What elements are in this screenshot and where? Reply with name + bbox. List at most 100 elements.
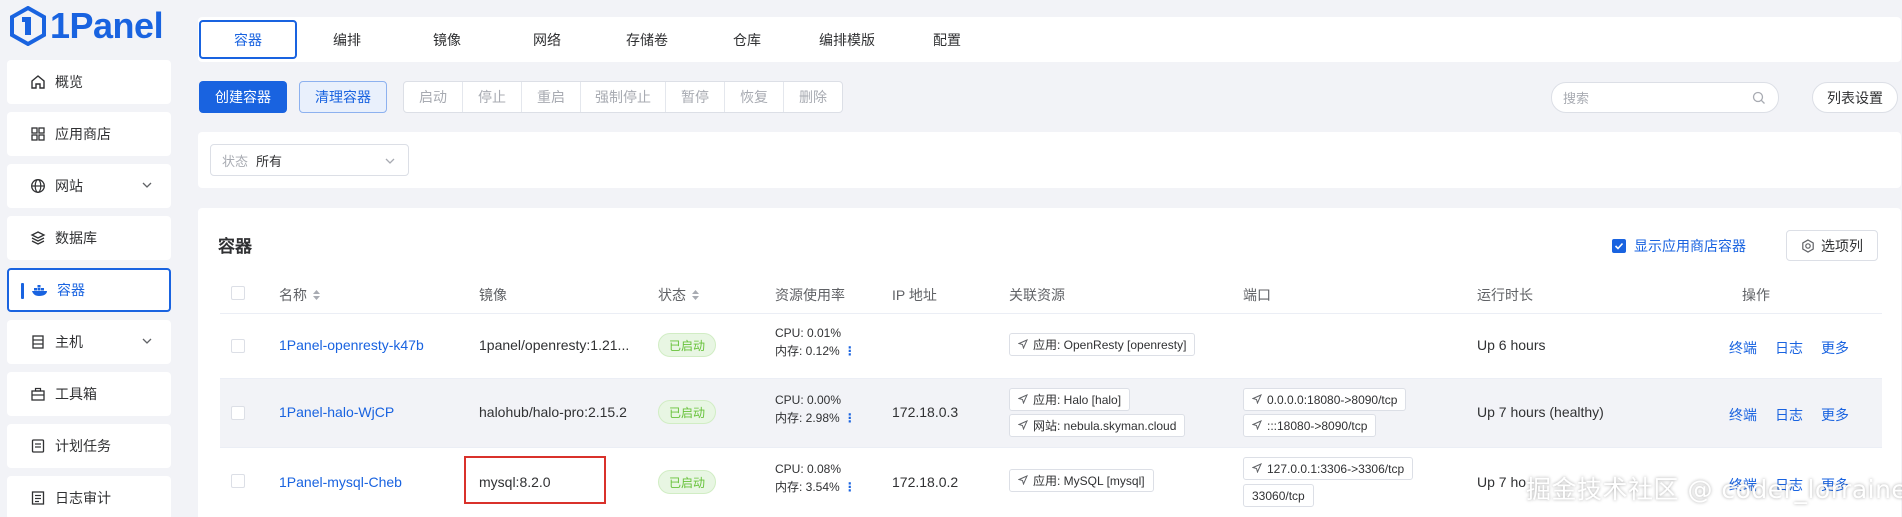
sidebar-item-website[interactable]: 网站: [7, 164, 171, 208]
tab-image[interactable]: 镜像: [397, 20, 497, 59]
sort-icon[interactable]: [691, 289, 700, 301]
header-ports: 端口: [1243, 287, 1271, 303]
grid-icon: [29, 125, 47, 143]
divider: [220, 447, 1882, 448]
tab-compose[interactable]: 编排: [297, 20, 397, 59]
sidebar-item-cronjob[interactable]: 计划任务: [7, 424, 171, 468]
sidebar-item-host[interactable]: 主机: [7, 320, 171, 364]
restart-button[interactable]: 重启: [522, 82, 581, 112]
header-status-label: 状态: [658, 287, 686, 303]
home-icon: [29, 73, 47, 91]
show-store-label: 显示应用商店容器: [1634, 238, 1746, 254]
delete-button[interactable]: 删除: [784, 82, 842, 112]
port-label: 0.0.0.0:18080->8090/tcp: [1267, 392, 1398, 407]
tab-network[interactable]: 网络: [497, 20, 597, 59]
sidebar-item-overview[interactable]: 概览: [7, 60, 171, 104]
terminal-link[interactable]: 终端: [1729, 405, 1757, 425]
app-name: 1Panel: [50, 5, 164, 46]
header-name-label: 名称: [279, 287, 307, 303]
row-checkbox[interactable]: [231, 474, 245, 488]
header-status[interactable]: 状态: [658, 285, 700, 305]
container-tabs: 容器 编排 镜像 网络 存储卷 仓库 编排模版 配置: [198, 17, 1901, 62]
sidebar-item-label: 容器: [57, 282, 85, 298]
more-link[interactable]: 更多: [1821, 405, 1849, 425]
container-name-link[interactable]: 1Panel-openresty-k47b: [279, 337, 424, 353]
divider: [220, 313, 1882, 314]
related-resource-chip[interactable]: 应用: OpenResty [openresty]: [1009, 333, 1196, 356]
sidebar-item-app-store[interactable]: 应用商店: [7, 112, 171, 156]
search-icon[interactable]: [1752, 91, 1766, 105]
stop-button[interactable]: 停止: [463, 82, 522, 112]
navigation-icon: [1017, 338, 1028, 352]
tab-repo[interactable]: 仓库: [697, 20, 797, 59]
task-icon: [29, 437, 47, 455]
sort-icon[interactable]: [312, 289, 321, 301]
show-store-containers-toggle[interactable]: 显示应用商店容器: [1612, 236, 1746, 256]
container-image: halohub/halo-pro:2.15.2: [479, 404, 627, 420]
status-filter-select[interactable]: 状态 所有: [210, 144, 409, 176]
sidebar-item-label: 计划任务: [55, 438, 111, 454]
tab-container[interactable]: 容器: [199, 20, 297, 59]
port-chip[interactable]: 127.0.0.1:3306->3306/tcp: [1243, 457, 1414, 480]
cpu-usage: CPU: 0.08%: [775, 462, 842, 476]
docker-icon: [31, 281, 49, 299]
pause-button[interactable]: 暂停: [666, 82, 725, 112]
port-chip[interactable]: 0.0.0.0:18080->8090/tcp: [1243, 388, 1407, 411]
header-image: 镜像: [479, 287, 507, 303]
more-vertical-icon[interactable]: ⋮: [844, 411, 856, 425]
checkbox-checked[interactable]: [1612, 239, 1626, 253]
more-vertical-icon[interactable]: ⋮: [844, 344, 856, 358]
sidebar-item-container[interactable]: 容器: [7, 268, 171, 312]
related-resource-label: 应用: MySQL [mysql]: [1033, 474, 1145, 488]
panel-title: 容器: [218, 237, 252, 256]
clean-container-button[interactable]: 清理容器: [299, 81, 387, 113]
more-vertical-icon[interactable]: ⋮: [844, 480, 856, 494]
navigation-icon: [1017, 419, 1028, 433]
more-link[interactable]: 更多: [1821, 338, 1849, 358]
create-container-button[interactable]: 创建容器: [199, 81, 287, 113]
related-resource-chip[interactable]: 应用: Halo [halo]: [1009, 388, 1131, 411]
related-resource-label: 应用: Halo [halo]: [1033, 393, 1122, 407]
force-stop-button[interactable]: 强制停止: [581, 82, 666, 112]
gear-icon: [1802, 238, 1814, 253]
row-checkbox[interactable]: [231, 406, 245, 420]
header-related: 关联资源: [1009, 287, 1065, 303]
related-resource-chip[interactable]: 网站: nebula.skyman.cloud: [1009, 414, 1186, 437]
row-checkbox[interactable]: [231, 339, 245, 353]
status-badge: 已启动: [658, 400, 717, 424]
sidebar-item-log-audit[interactable]: 日志审计: [7, 476, 171, 517]
sidebar: 1Panel 概览 应用商店 网站 数据库 容器 主机 工具箱 计划任务 日志审…: [0, 0, 176, 517]
chevron-down-icon: [385, 158, 395, 164]
port-chip[interactable]: :::18080->8090/tcp: [1243, 414, 1377, 437]
sidebar-item-label: 日志审计: [55, 490, 111, 506]
sidebar-item-toolbox[interactable]: 工具箱: [7, 372, 171, 416]
resume-button[interactable]: 恢复: [725, 82, 784, 112]
logs-link[interactable]: 日志: [1775, 338, 1803, 358]
container-ip: 172.18.0.3: [892, 404, 959, 420]
status-badge: 已启动: [658, 333, 717, 357]
port-label: 33060/tcp: [1252, 488, 1305, 503]
port-chip[interactable]: 33060/tcp: [1243, 484, 1314, 507]
container-name-link[interactable]: 1Panel-halo-WjCP: [279, 404, 394, 420]
header-usage: 资源使用率: [775, 287, 845, 303]
tab-volume[interactable]: 存储卷: [597, 20, 697, 59]
related-resource-chip[interactable]: 应用: MySQL [mysql]: [1009, 469, 1154, 492]
select-all-checkbox[interactable]: [231, 286, 245, 300]
header-name[interactable]: 名称: [279, 285, 321, 305]
app-logo[interactable]: 1Panel: [8, 4, 164, 48]
search-input[interactable]: 搜索: [1551, 82, 1779, 113]
tab-settings[interactable]: 配置: [897, 20, 997, 59]
list-settings-button[interactable]: 列表设置: [1812, 82, 1898, 113]
sidebar-item-database[interactable]: 数据库: [7, 216, 171, 260]
container-name-link[interactable]: 1Panel-mysql-Cheb: [279, 474, 402, 490]
columns-button-label: 选项列: [1821, 237, 1863, 254]
tab-compose-template[interactable]: 编排模版: [797, 20, 897, 59]
toolbox-icon: [29, 385, 47, 403]
start-button[interactable]: 启动: [404, 82, 463, 112]
terminal-link[interactable]: 终端: [1729, 338, 1757, 358]
sidebar-item-label: 主机: [55, 334, 83, 350]
logs-link[interactable]: 日志: [1775, 405, 1803, 425]
columns-button[interactable]: 选项列: [1786, 230, 1878, 261]
mem-usage: 内存: 2.98%: [775, 411, 840, 425]
header-uptime: 运行时长: [1477, 287, 1533, 303]
